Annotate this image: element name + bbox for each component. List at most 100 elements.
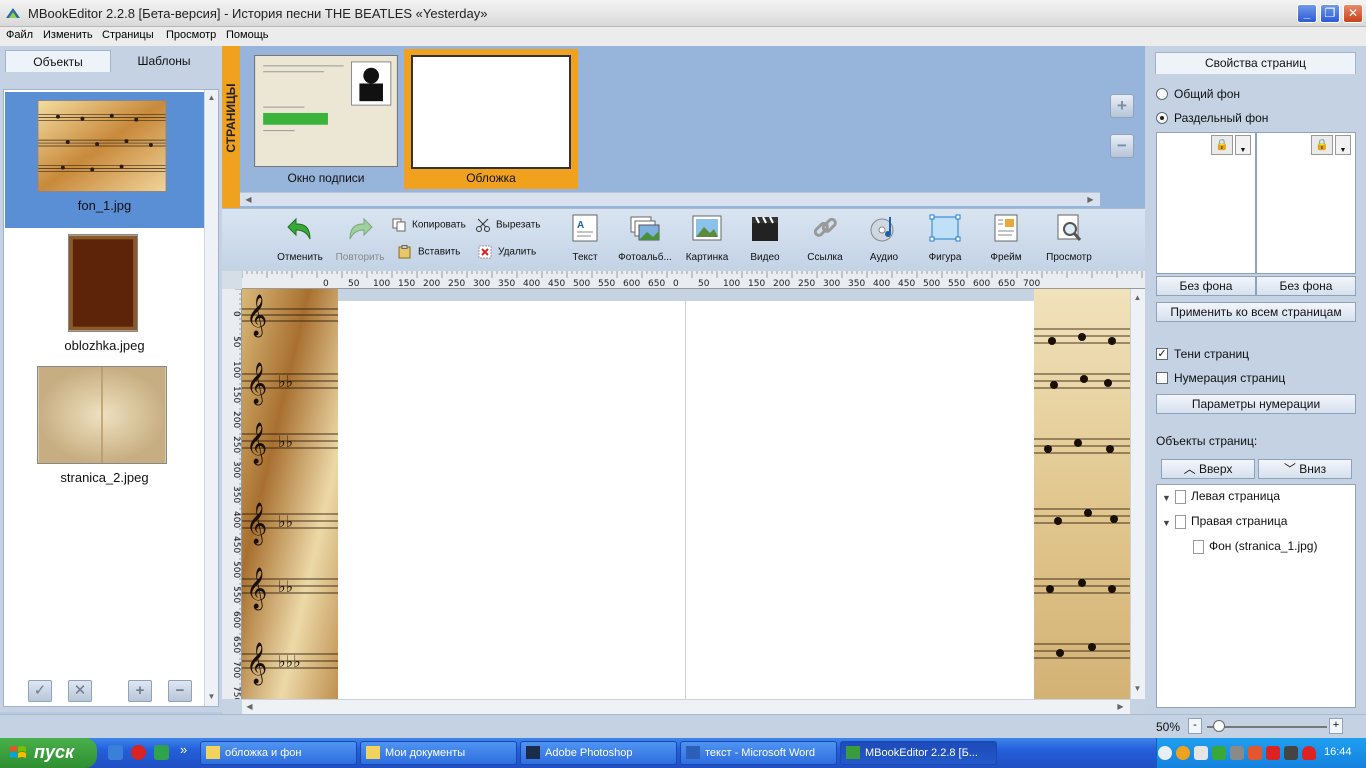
h-ruler-tick-label: 450 bbox=[898, 279, 915, 289]
left-bg-preview[interactable]: 🔒 ▼ bbox=[1156, 132, 1256, 274]
close-button[interactable]: ✕ bbox=[1343, 4, 1363, 23]
scroll-down-icon[interactable]: ▼ bbox=[207, 692, 216, 701]
lock-icon[interactable]: 🔒 bbox=[1311, 135, 1333, 155]
tray-app-icon[interactable] bbox=[1266, 746, 1280, 760]
tray-app-icon[interactable] bbox=[1212, 746, 1226, 760]
delete-button[interactable]: Удалить bbox=[478, 245, 536, 259]
copy-button[interactable]: Копировать bbox=[392, 218, 466, 232]
undo-button[interactable]: Отменить bbox=[274, 213, 326, 263]
right-page[interactable] bbox=[686, 301, 1034, 699]
move-down-button[interactable]: ﹀ Вниз bbox=[1258, 459, 1352, 479]
task-mbookeditor[interactable]: MBookEditor 2.2.8 [Б... bbox=[840, 741, 997, 765]
add-page-button[interactable]: + bbox=[1110, 94, 1134, 118]
tree-item-left-page[interactable]: Левая страница bbox=[1175, 489, 1280, 504]
separate-bg-radio[interactable] bbox=[1156, 112, 1168, 124]
canvas-horizontal-scrollbar[interactable]: ◀ ▶ bbox=[242, 699, 1130, 714]
zoom-in-button[interactable]: + bbox=[1329, 718, 1343, 734]
dropdown-icon[interactable]: ▼ bbox=[1235, 135, 1251, 155]
maximize-button[interactable]: ❐ bbox=[1320, 4, 1340, 23]
scroll-down-icon[interactable]: ▼ bbox=[1133, 684, 1142, 693]
objects-scrollbar[interactable]: ▲ ▼ bbox=[204, 90, 218, 706]
tab-objects[interactable]: Объекты bbox=[5, 50, 111, 72]
scroll-right-icon[interactable]: ▶ bbox=[1116, 702, 1125, 711]
page-canvas[interactable]: 𝄞 𝄞 𝄞 𝄞 𝄞 𝄞 ♭♭ ♭♭ ♭♭ ♭♭ ♭♭♭ bbox=[242, 289, 1130, 699]
quicklaunch-more-icon[interactable]: » bbox=[180, 742, 187, 757]
scroll-right-icon[interactable]: ▶ bbox=[1086, 195, 1095, 204]
no-bg-right-button[interactable]: Без фона bbox=[1256, 276, 1356, 296]
move-up-button[interactable]: ︿ Вверх bbox=[1161, 459, 1255, 479]
tray-app-icon[interactable] bbox=[1248, 746, 1262, 760]
remove-page-button[interactable]: − bbox=[1110, 134, 1134, 158]
zoom-slider-handle[interactable] bbox=[1213, 720, 1225, 732]
numbering-checkbox[interactable] bbox=[1156, 372, 1168, 384]
audio-tool[interactable]: Аудио bbox=[862, 213, 906, 263]
expand-icon[interactable]: ▼ bbox=[1162, 493, 1171, 503]
tray-app-icon[interactable] bbox=[1176, 746, 1190, 760]
volume-icon[interactable] bbox=[1284, 746, 1298, 760]
scroll-left-icon[interactable]: ◀ bbox=[244, 195, 253, 204]
zoom-slider[interactable] bbox=[1207, 726, 1327, 728]
menu-file[interactable]: Файл bbox=[6, 29, 33, 41]
ie-icon[interactable] bbox=[108, 745, 123, 760]
shadows-checkbox[interactable]: ✓ bbox=[1156, 348, 1168, 360]
zoom-out-button[interactable]: - bbox=[1188, 718, 1202, 734]
pages-scrollbar[interactable]: ◀ ▶ bbox=[240, 192, 1100, 206]
minimize-button[interactable]: _ bbox=[1297, 4, 1317, 23]
menu-edit[interactable]: Изменить bbox=[43, 29, 93, 41]
delete-object-button[interactable]: − bbox=[168, 680, 192, 702]
scroll-up-icon[interactable]: ▲ bbox=[1133, 293, 1142, 302]
figure-tool[interactable]: Фигура bbox=[922, 213, 968, 263]
list-item[interactable]: fon_1.jpg bbox=[5, 92, 204, 228]
left-page[interactable] bbox=[338, 301, 685, 699]
list-item[interactable]: stranica_2.jpeg bbox=[5, 366, 204, 502]
excel-icon[interactable] bbox=[154, 745, 169, 760]
apply-button[interactable]: ✓ bbox=[28, 680, 52, 702]
scroll-left-icon[interactable]: ◀ bbox=[245, 702, 254, 711]
photoalbum-tool[interactable]: Фотоальб... bbox=[614, 213, 676, 263]
page-thumb-cover[interactable] bbox=[411, 55, 571, 169]
frame-tool[interactable]: Фрейм bbox=[984, 213, 1028, 263]
start-button[interactable]: пуск bbox=[0, 738, 97, 768]
lock-icon[interactable]: 🔒 bbox=[1211, 135, 1233, 155]
tray-app-icon[interactable] bbox=[1230, 746, 1244, 760]
list-item[interactable]: oblozhka.jpeg bbox=[5, 228, 204, 364]
paste-button[interactable]: Вставить bbox=[398, 245, 460, 259]
right-bg-preview[interactable]: 🔒 ▼ bbox=[1256, 132, 1356, 274]
text-tool[interactable]: A Текст bbox=[564, 213, 606, 263]
v-ruler-tick-label: 450 bbox=[231, 536, 241, 553]
task-word[interactable]: текст - Microsoft Word bbox=[680, 741, 837, 765]
numbering-params-button[interactable]: Параметры нумерации bbox=[1156, 394, 1356, 414]
common-bg-label: Общий фон bbox=[1174, 87, 1240, 101]
scroll-up-icon[interactable]: ▲ bbox=[207, 93, 216, 102]
tab-templates[interactable]: Шаблоны bbox=[111, 50, 217, 72]
h-ruler-tick-label: 0 bbox=[323, 279, 329, 289]
canvas-vertical-scrollbar[interactable]: ▲ ▼ bbox=[1130, 289, 1145, 699]
tray-collapse-icon[interactable] bbox=[1158, 746, 1172, 760]
task-photoshop[interactable]: Adobe Photoshop bbox=[520, 741, 677, 765]
no-bg-left-button[interactable]: Без фона bbox=[1156, 276, 1256, 296]
expand-icon[interactable]: ▼ bbox=[1162, 518, 1171, 528]
objects-panel: Объекты Шаблоны fon_1.jpg oblozhka.jpeg bbox=[0, 46, 222, 714]
cut-button[interactable]: Вырезать bbox=[476, 218, 540, 232]
tree-item-right-page[interactable]: Правая страница bbox=[1175, 514, 1287, 529]
menu-help[interactable]: Помощь bbox=[226, 29, 269, 41]
menu-view[interactable]: Просмотр bbox=[166, 29, 216, 41]
task-my-documents[interactable]: Мои документы bbox=[360, 741, 517, 765]
tray-app-icon[interactable] bbox=[1194, 746, 1208, 760]
task-folder-cover[interactable]: обложка и фон bbox=[200, 741, 357, 765]
video-tool[interactable]: Видео bbox=[742, 213, 788, 263]
add-object-button[interactable]: + bbox=[128, 680, 152, 702]
remove-object-button[interactable]: ✕ bbox=[68, 680, 92, 702]
picture-tool[interactable]: Картинка bbox=[682, 213, 732, 263]
menu-pages[interactable]: Страницы bbox=[102, 29, 154, 41]
antivirus-icon[interactable] bbox=[1302, 746, 1316, 760]
tree-item-background[interactable]: Фон (stranica_1.jpg) bbox=[1193, 539, 1317, 554]
page-thumb-signature[interactable] bbox=[254, 55, 398, 167]
apply-all-pages-button[interactable]: Применить ко всем страницам bbox=[1156, 302, 1356, 322]
redo-button[interactable]: Повторить bbox=[332, 213, 388, 263]
preview-button[interactable]: Просмотр bbox=[1042, 213, 1096, 263]
dropdown-icon[interactable]: ▼ bbox=[1335, 135, 1351, 155]
link-tool[interactable]: Ссылка bbox=[800, 213, 850, 263]
common-bg-radio[interactable] bbox=[1156, 88, 1168, 100]
opera-icon[interactable] bbox=[131, 745, 146, 760]
